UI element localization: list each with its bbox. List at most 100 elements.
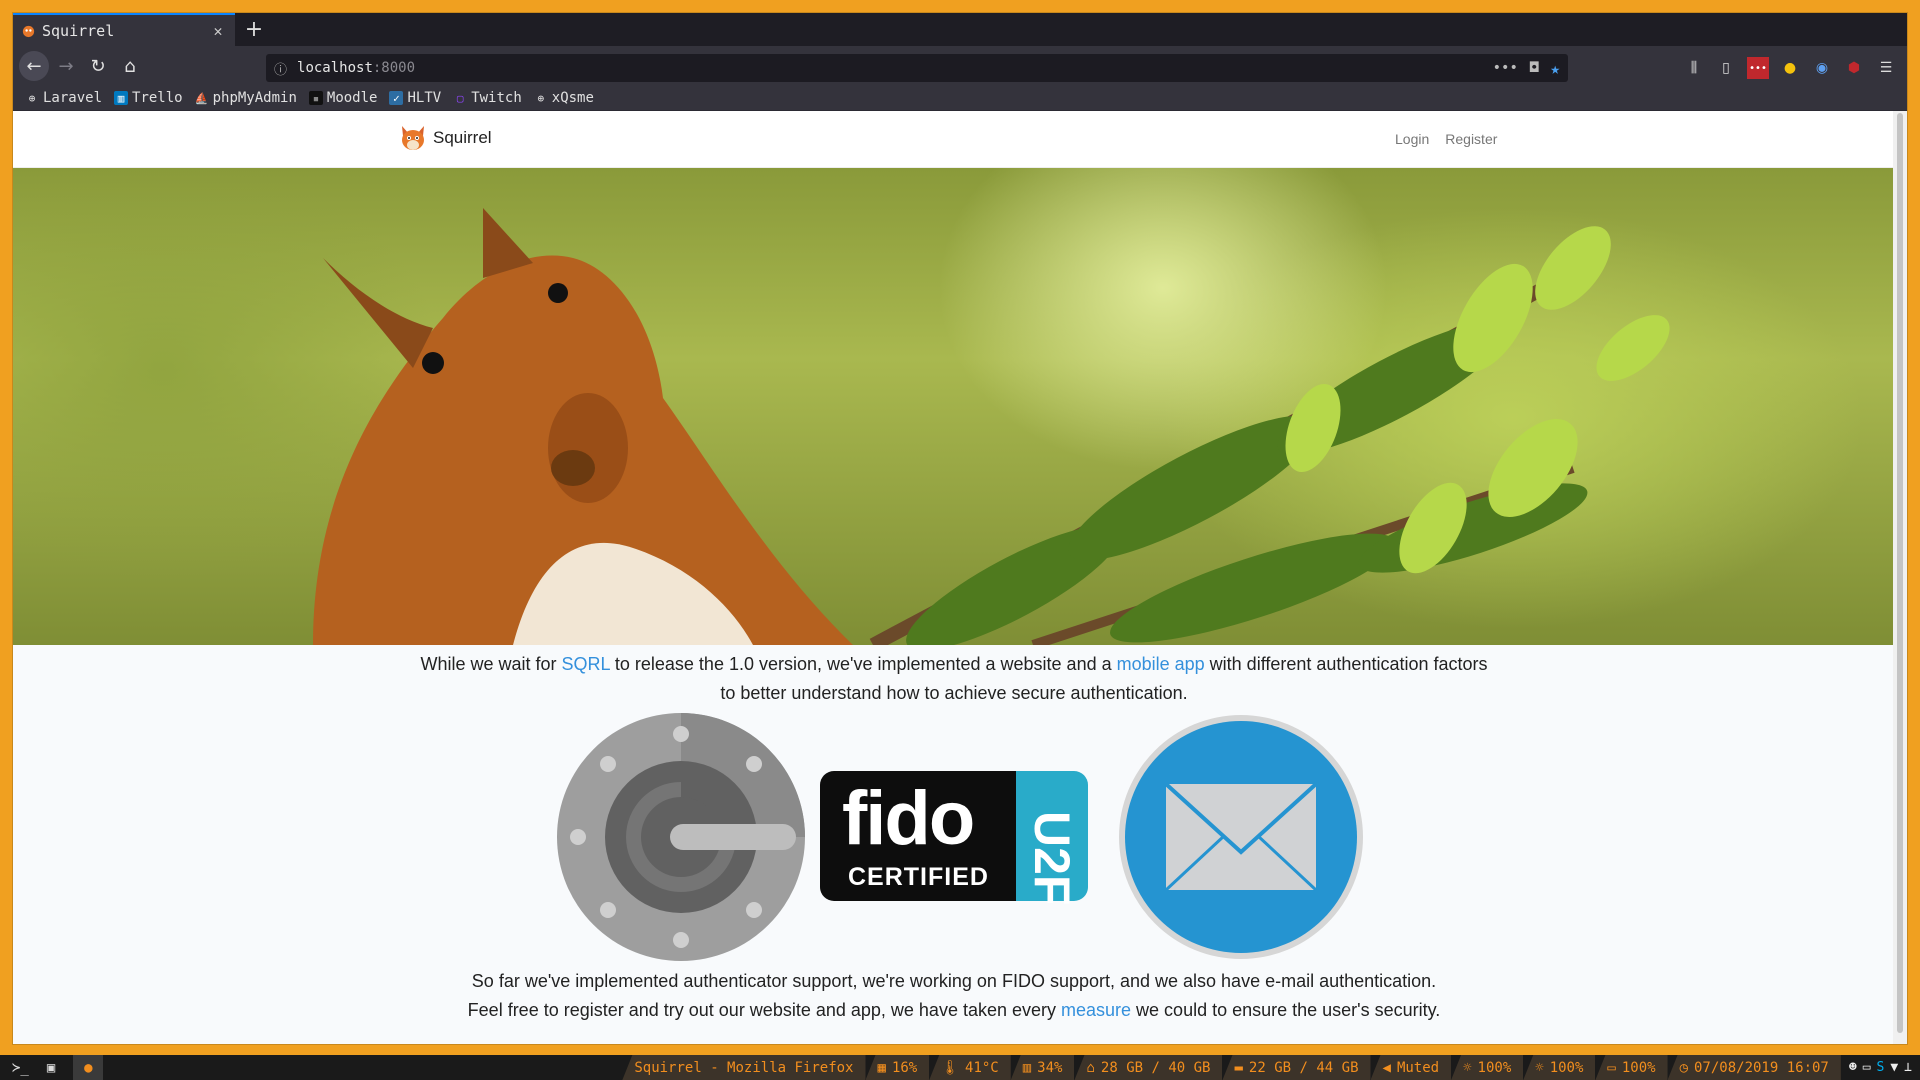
squirrel-logo-icon [402, 126, 424, 150]
network-tray-icon[interactable]: ⊥ [1904, 1060, 1912, 1075]
root-disk-segment: ▬ 22 GB / 44 GB [1222, 1055, 1371, 1080]
scrollbar-thumb[interactable] [1897, 113, 1903, 1033]
account-icon[interactable]: ◉ [1811, 57, 1833, 79]
brand-name: Squirrel [433, 128, 492, 147]
trello-icon: ▥ [114, 91, 129, 105]
sqrl-link[interactable]: SQRL [562, 654, 610, 674]
home-icon: ⌂ [1086, 1059, 1095, 1076]
discord-tray-icon[interactable]: ☻ [1849, 1060, 1857, 1075]
site-info-icon[interactable]: ⓘ [274, 59, 287, 78]
cpu-icon: ▦ [877, 1059, 886, 1076]
system-taskbar: ≻_ ▣ ● Squirrel - Mozilla Firefox ▦ 16% 🌡… [0, 1055, 1920, 1080]
fido-wordmark: fido [842, 776, 975, 861]
battery-icon: ▭ [1607, 1059, 1616, 1076]
memory-segment: ▥ 34% [1010, 1055, 1075, 1080]
phpmyadmin-icon: ⛵ [194, 91, 209, 105]
intro-line-2: to better understand how to achieve secu… [720, 683, 1188, 703]
wifi-tray-icon[interactable]: ▼ [1890, 1060, 1898, 1075]
bookmark-xqsme[interactable]: ⊕ xQsme [534, 90, 593, 106]
page-actions-icon[interactable]: ••• [1493, 60, 1518, 76]
outro-line-2: Feel free to register and try out our we… [467, 1000, 1441, 1020]
taskbar-launchers: ≻_ ▣ ● [0, 1055, 104, 1080]
u2f-label: U2F [1024, 811, 1080, 906]
url-port: :8000 [372, 60, 416, 76]
sidebar-icon[interactable]: ▯ [1715, 57, 1737, 79]
site-navbar: Squirrel Login Register [13, 111, 1895, 168]
outro-line-1: So far we've implemented authenticator s… [471, 971, 1437, 991]
intro-text: While we wait for SQRL to release the 1.… [13, 650, 1895, 708]
tab-squirrel[interactable]: Squirrel ✕ [13, 13, 235, 46]
skype-tray-icon[interactable]: S [1877, 1060, 1885, 1075]
back-button[interactable]: ← [19, 51, 49, 81]
window-title-segment: Squirrel - Mozilla Firefox [622, 1055, 866, 1080]
bookmark-hltv[interactable]: ✓ HLTV [389, 90, 441, 106]
outro-text: So far we've implemented authenticator s… [13, 967, 1895, 1025]
status-bar: Squirrel - Mozilla Firefox ▦ 16% 🌡 41°C ▥ 3… [622, 1055, 1920, 1080]
firefox-icon[interactable]: ● [73, 1055, 104, 1080]
moodle-icon: ▪ [308, 91, 323, 105]
page-content: Squirrel Login Register While we wait fo… [13, 111, 1895, 1044]
bookmark-trello[interactable]: ▥ Trello [114, 90, 183, 106]
folder-icon: ▬ [1234, 1059, 1243, 1076]
system-tray: ☻ ▭ S ▼ ⊥ [1841, 1060, 1920, 1075]
bookmark-laravel[interactable]: ⊕ Laravel [25, 90, 102, 106]
squirrel-favicon-icon [22, 25, 35, 38]
url-host: localhost [297, 60, 373, 76]
sun-icon: ☼ [1463, 1059, 1472, 1076]
lastpass-icon[interactable]: ••• [1747, 57, 1769, 79]
mobile-app-link[interactable]: mobile app [1117, 654, 1205, 674]
hero-image [13, 168, 1895, 645]
auth-factor-logos: fido CERTIFIED U2F [13, 712, 1895, 962]
bookmark-phpmyadmin[interactable]: ⛵ phpMyAdmin [195, 90, 297, 106]
site-brand[interactable]: Squirrel [399, 124, 492, 152]
tab-bar: Squirrel ✕ + [13, 13, 1907, 46]
terminal-icon[interactable]: ≻_ [12, 1060, 29, 1076]
chrome-icon[interactable]: ● [1779, 57, 1801, 79]
squirrel-photo [313, 208, 1670, 645]
home-button[interactable]: ⌂ [115, 51, 145, 81]
browser-window: Squirrel ✕ + ← → ↻ ⌂ ⓘ localhost :8000 •… [12, 12, 1908, 1045]
clock-segment: ◷ 07/08/2019 16:07 [1667, 1055, 1841, 1080]
temp-segment: 🌡 41°C [929, 1055, 1011, 1080]
battery-segment: ▭ 100% [1595, 1055, 1668, 1080]
tab-close-icon[interactable]: ✕ [209, 22, 227, 40]
cpu-segment: ▦ 16% [865, 1055, 930, 1080]
speaker-icon: ◀ [1382, 1059, 1391, 1076]
home-disk-segment: ⌂ 28 GB / 40 GB [1074, 1055, 1223, 1080]
library-icon[interactable]: ⫼ [1683, 57, 1705, 79]
email-icon [1119, 715, 1363, 959]
forward-button[interactable]: → [51, 51, 81, 81]
twitch-icon: ▢ [456, 91, 464, 105]
globe-icon: ⊕ [28, 91, 36, 105]
reload-button[interactable]: ↻ [83, 51, 113, 81]
clock-icon: ◷ [1679, 1059, 1688, 1076]
page-scrollbar[interactable] [1893, 111, 1907, 1044]
discord-icon[interactable]: ▣ [47, 1060, 55, 1076]
new-tab-button[interactable]: + [235, 13, 273, 46]
bookmark-star-icon[interactable]: ★ [1550, 59, 1560, 78]
google-authenticator-icon [557, 713, 805, 961]
pocket-icon[interactable]: ◘ [1530, 60, 1538, 76]
bookmark-twitch[interactable]: ▢ Twitch [453, 90, 522, 106]
menu-icon[interactable]: ☰ [1875, 57, 1897, 79]
auth-links: Login Register [1395, 131, 1497, 147]
measure-link[interactable]: measure [1061, 1000, 1131, 1020]
register-link[interactable]: Register [1445, 131, 1497, 147]
fido-u2f-badge: fido CERTIFIED U2F [820, 771, 1088, 905]
monitor-tray-icon[interactable]: ▭ [1863, 1060, 1871, 1075]
bookmark-moodle[interactable]: ▪ Moodle [308, 90, 377, 106]
globe-icon: ⊕ [537, 91, 545, 105]
brightness-segment-2: ☼ 100% [1523, 1055, 1596, 1080]
url-bar[interactable]: ⓘ localhost :8000 ••• ◘ ★ [266, 54, 1568, 82]
ublock-icon[interactable]: ⬢ [1843, 57, 1865, 79]
volume-segment[interactable]: ◀ Muted [1370, 1055, 1452, 1080]
thermometer-icon: 🌡 [941, 1059, 960, 1076]
fido-certified-label: CERTIFIED [848, 863, 989, 891]
bookmarks-bar: ⊕ Laravel ▥ Trello ⛵ phpMyAdmin ▪ Moodle ✓ HL… [13, 86, 1907, 110]
login-link[interactable]: Login [1395, 131, 1429, 147]
memory-icon: ▥ [1022, 1059, 1032, 1076]
intro-line-1: While we wait for SQRL to release the 1.… [420, 654, 1488, 674]
hltv-icon: ✓ [389, 91, 404, 105]
brightness-segment-1: ☼ 100% [1451, 1055, 1524, 1080]
toolbar-icons: ⫼ ▯ ••• ● ◉ ⬢ ☰ [1683, 57, 1897, 79]
